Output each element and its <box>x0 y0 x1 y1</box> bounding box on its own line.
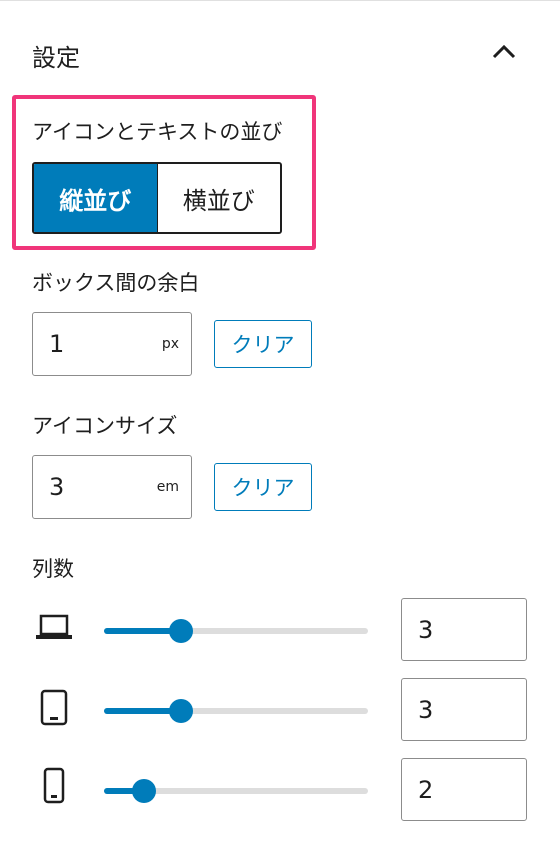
columns-label: 列数 <box>32 557 74 581</box>
icon-size-unit: em <box>156 479 179 495</box>
vertical-layout-button[interactable]: 縦並び <box>34 164 157 232</box>
box-spacing-label: ボックス間の余白 <box>32 271 200 295</box>
columns-desktop-value: 3 <box>418 616 434 644</box>
horizontal-layout-button[interactable]: 横並び <box>156 164 280 232</box>
box-spacing-clear-button[interactable]: クリア <box>214 320 312 368</box>
chevron-up-icon[interactable] <box>486 34 522 70</box>
columns-mobile-input[interactable]: 2 <box>401 758 527 821</box>
columns-tablet-input[interactable]: 3 <box>401 678 527 741</box>
columns-desktop-slider[interactable] <box>104 617 368 643</box>
tablet-icon <box>34 688 74 728</box>
columns-mobile-slider[interactable] <box>104 777 368 803</box>
laptop-icon <box>34 608 74 648</box>
columns-tablet-value: 3 <box>418 696 434 724</box>
panel-title: 設定 <box>32 44 80 72</box>
layout-toggle-group: 縦並び 横並び <box>32 162 282 234</box>
slider-thumb[interactable] <box>169 619 193 643</box>
box-spacing-value: 1 <box>49 330 65 358</box>
mobile-icon <box>34 766 74 806</box>
columns-desktop-input[interactable]: 3 <box>401 598 527 661</box>
box-spacing-unit: px <box>161 336 179 352</box>
icon-size-label: アイコンサイズ <box>32 414 178 438</box>
icon-text-layout-label: アイコンとテキストの並び <box>32 120 283 144</box>
panel-header[interactable]: 設定 <box>0 20 560 84</box>
icon-size-input[interactable]: 3 em <box>32 455 192 519</box>
slider-thumb[interactable] <box>169 699 193 723</box>
icon-size-value: 3 <box>49 473 65 501</box>
top-divider <box>0 0 560 1</box>
columns-tablet-slider[interactable] <box>104 697 368 723</box>
columns-mobile-value: 2 <box>418 776 434 804</box>
slider-thumb[interactable] <box>132 779 156 803</box>
box-spacing-input[interactable]: 1 px <box>32 312 192 376</box>
icon-size-clear-button[interactable]: クリア <box>214 463 312 511</box>
